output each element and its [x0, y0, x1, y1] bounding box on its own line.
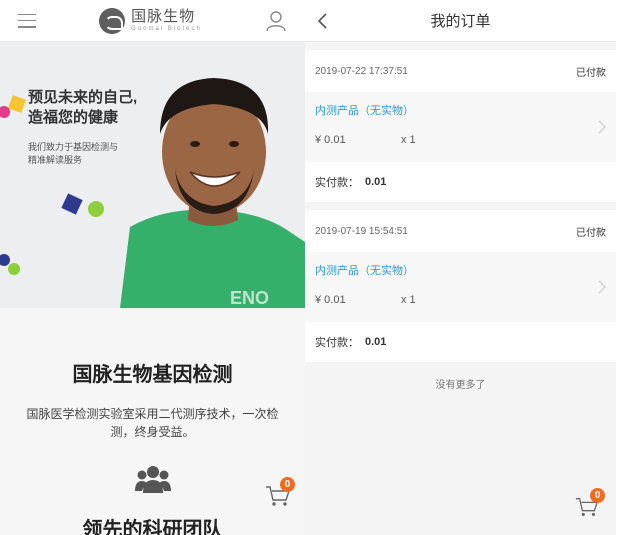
hero-subtitle: 我们致力于基因检测与 精准解读服务 [28, 141, 118, 167]
order-item[interactable]: 内测产品（无实物） ¥ 0.01 x 1 [305, 92, 616, 162]
cart-count-badge: 0 [590, 488, 605, 503]
home-header: 国脉生物 Guomai Biotech [0, 0, 305, 42]
order-total: 实付款： 0.01 [305, 162, 616, 202]
order-status: 已付款 [576, 67, 606, 79]
hero-title: 预见未来的自己, 造福您的健康 [28, 88, 137, 128]
hero-illustration: ENO [0, 42, 305, 308]
order-status: 已付款 [576, 227, 606, 239]
logo-subname: Guomai Biotech [131, 26, 202, 32]
product-quantity: x 1 [401, 134, 416, 146]
paid-label: 实付款： [315, 177, 359, 189]
paid-amount: 0.01 [365, 336, 387, 348]
menu-icon[interactable] [18, 13, 36, 28]
hero-title-line2: 造福您的健康 [28, 109, 119, 126]
order-card[interactable]: 2019-07-19 15:54:51 已付款 内测产品（无实物） ¥ 0.01… [305, 210, 616, 362]
section-title: 国脉生物基因检测 [72, 364, 233, 386]
order-total: 实付款： 0.01 [305, 322, 616, 362]
hero-sub-line2: 精准解读服务 [28, 155, 83, 165]
orders-panel: 我的订单 2019-07-22 17:37:51 已付款 内测产品（无实物） ¥… [305, 0, 616, 535]
team-icon [134, 466, 171, 493]
hero-sub-line1: 我们致力于基因检测与 [28, 142, 119, 152]
svg-text:ENO: ENO [230, 288, 269, 308]
no-more-text: 没有更多了 [435, 380, 486, 391]
order-item[interactable]: 内测产品（无实物） ¥ 0.01 x 1 [305, 252, 616, 322]
chevron-right-icon [598, 120, 606, 134]
paid-label: 实付款： [315, 337, 359, 349]
order-header: 2019-07-19 15:54:51 已付款 [305, 210, 616, 252]
product-price: ¥ 0.01 [315, 294, 346, 306]
orders-header: 我的订单 [305, 0, 616, 42]
order-datetime: 2019-07-19 15:54:51 [315, 225, 408, 237]
home-panel: 国脉生物 Guomai Biotech ENO 预见未来的自己, 造福您的健康 … [0, 0, 305, 535]
product-quantity: x 1 [401, 294, 416, 306]
product-price: ¥ 0.01 [315, 134, 346, 146]
logo[interactable]: 国脉生物 Guomai Biotech [99, 7, 202, 34]
order-card[interactable]: 2019-07-22 17:37:51 已付款 内测产品（无实物） ¥ 0.01… [305, 50, 616, 202]
hero-title-line1: 预见未来的自己, [28, 89, 138, 106]
chevron-right-icon [598, 280, 606, 294]
order-datetime: 2019-07-22 17:37:51 [315, 65, 408, 77]
section-description: 国脉医学检测实验室采用二代测序技术，一次检测，终身受益。 [26, 407, 279, 439]
page-title: 我的订单 [430, 13, 491, 30]
paid-amount: 0.01 [365, 176, 387, 188]
order-header: 2019-07-22 17:37:51 已付款 [305, 50, 616, 92]
logo-name: 国脉生物 [131, 8, 196, 25]
hero-banner[interactable]: ENO 预见未来的自己, 造福您的健康 我们致力于基因检测与 精准解读服务 [0, 42, 305, 308]
back-icon[interactable] [315, 13, 331, 29]
user-icon[interactable] [265, 10, 287, 32]
intro-section: 国脉生物基因检测 国脉医学检测实验室采用二代测序技术，一次检测，终身受益。 领先… [0, 308, 305, 535]
team-section-title: 领先的科研团队 [82, 519, 223, 535]
logo-mark-icon [99, 7, 126, 34]
cart-count-badge: 0 [280, 477, 295, 492]
product-name: 内测产品（无实物） [315, 105, 414, 117]
product-name: 内测产品（无实物） [315, 265, 414, 277]
